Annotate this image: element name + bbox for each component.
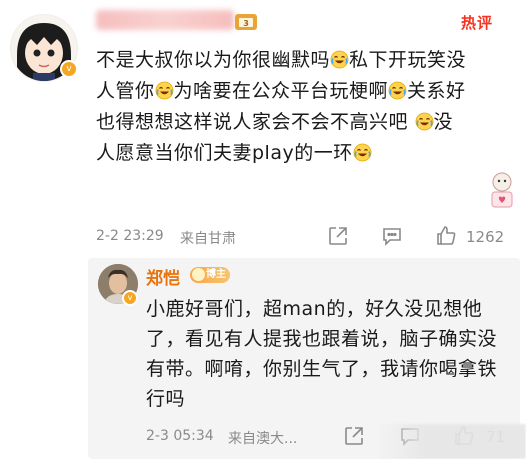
comment-text-segment: 不是大叔你以为你很幽默吗 <box>96 49 331 71</box>
watermark-overlay <box>378 424 526 459</box>
svg-text:3: 3 <box>243 19 249 28</box>
reply-location: 来自澳大... <box>228 431 298 447</box>
cartoon-sticker-icon: ♥ <box>486 170 518 210</box>
laugh-cry-emoji-icon <box>415 110 434 131</box>
comment-location: 来自甘肃 <box>180 231 236 247</box>
thumbs-up-icon[interactable] <box>434 224 458 248</box>
laugh-cry-emoji-icon <box>353 141 372 162</box>
reply-verified-badge-icon: v <box>122 290 138 306</box>
reply-author-name[interactable]: 郑恺 <box>146 264 180 289</box>
hot-comment-badge: 热评 <box>461 14 494 32</box>
blogger-badge: 博主 <box>190 267 230 283</box>
comment-time: 2-2 23:29 <box>96 228 164 244</box>
share-icon[interactable] <box>326 224 350 248</box>
name-sticker-icon: 3 <box>232 12 260 32</box>
comment-text: 不是大叔你以为你很幽默吗 私下开玩笑没人管你 为啥要在公众平台玩梗啊 关系好也得想想这… <box>96 45 468 169</box>
comment-icon[interactable] <box>380 224 404 248</box>
laugh-cry-emoji-icon <box>388 79 407 100</box>
comment-like-count: 1262 <box>466 228 505 246</box>
commenter-name-blurred[interactable] <box>96 10 234 30</box>
laugh-cry-emoji-icon <box>330 48 349 69</box>
blogger-badge-label: 博主 <box>206 269 226 280</box>
crown-icon <box>192 268 205 281</box>
comment-text-segment: 为啥要在公众平台玩梗啊 <box>173 80 389 102</box>
reply-time: 2-3 05:34 <box>146 428 214 444</box>
reply-share-icon[interactable] <box>342 424 366 448</box>
svg-text:♥: ♥ <box>498 196 506 206</box>
verified-badge-icon: v <box>60 60 78 78</box>
reply-text: 小鹿好哥们，超man的，好久没见想他了，看见有人提我也跟着说，脑子确实没有带。啊… <box>146 298 498 410</box>
laugh-cry-emoji-icon <box>155 79 174 100</box>
